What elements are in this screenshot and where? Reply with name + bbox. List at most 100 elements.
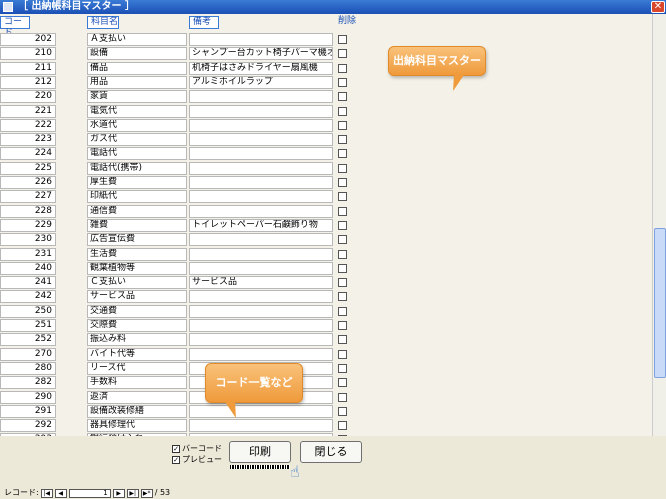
name-cell[interactable]: ガス代	[87, 133, 187, 147]
note-cell[interactable]	[189, 104, 333, 118]
note-cell[interactable]	[189, 233, 333, 247]
note-cell[interactable]	[189, 161, 333, 175]
delete-checkbox[interactable]	[338, 263, 347, 273]
barcode-option[interactable]: ✓ バーコード	[172, 444, 222, 454]
code-cell[interactable]: 290	[0, 390, 56, 404]
close-button[interactable]: 閉じる	[300, 441, 362, 463]
scrollbar-thumb[interactable]	[654, 228, 666, 378]
code-cell[interactable]: 282	[0, 376, 56, 390]
prev-record-button[interactable]: ◀	[54, 488, 67, 498]
code-cell[interactable]: 222	[0, 118, 56, 132]
next-record-button[interactable]: ▶	[112, 488, 125, 498]
new-record-button[interactable]: ▶*	[140, 488, 153, 498]
code-cell[interactable]: 210	[0, 47, 56, 61]
delete-checkbox[interactable]	[338, 321, 347, 330]
note-cell[interactable]: トイレットペーパー石鹸飾り物	[189, 218, 333, 232]
note-cell[interactable]	[189, 419, 333, 433]
name-cell[interactable]: リース代	[87, 361, 187, 375]
name-cell[interactable]: 交通費	[87, 304, 187, 318]
note-cell[interactable]	[189, 304, 333, 318]
name-cell[interactable]: 電気代	[87, 104, 187, 118]
name-cell[interactable]: 手数料	[87, 376, 187, 390]
code-cell[interactable]: 223	[0, 133, 56, 147]
delete-checkbox[interactable]	[338, 163, 347, 173]
delete-checkbox[interactable]	[338, 49, 347, 59]
delete-checkbox[interactable]	[338, 178, 347, 187]
delete-checkbox[interactable]	[338, 335, 347, 345]
name-cell[interactable]: 印紙代	[87, 190, 187, 204]
note-cell[interactable]	[189, 190, 333, 204]
code-cell[interactable]: 229	[0, 218, 56, 232]
delete-checkbox[interactable]	[338, 106, 347, 116]
print-button[interactable]: 印刷	[229, 441, 291, 463]
code-cell[interactable]: 251	[0, 319, 56, 332]
preview-checkbox[interactable]: ✓	[172, 455, 180, 464]
note-cell[interactable]	[189, 347, 333, 361]
note-cell[interactable]	[189, 147, 333, 161]
delete-checkbox[interactable]	[338, 220, 347, 230]
code-cell[interactable]: 211	[0, 61, 56, 75]
last-record-button[interactable]: ▶|	[126, 488, 139, 498]
delete-checkbox[interactable]	[338, 378, 347, 388]
note-cell[interactable]: アルミホイルラップ	[189, 75, 333, 89]
code-cell[interactable]: 240	[0, 261, 56, 275]
delete-checkbox[interactable]	[338, 278, 347, 288]
code-cell[interactable]: 250	[0, 304, 56, 318]
delete-checkbox[interactable]	[338, 92, 347, 102]
code-cell[interactable]: 227	[0, 190, 56, 204]
name-cell[interactable]: 通信費	[87, 204, 187, 218]
code-cell[interactable]: 212	[0, 75, 56, 89]
note-cell[interactable]	[189, 33, 333, 46]
code-cell[interactable]: 280	[0, 361, 56, 375]
code-cell[interactable]: 231	[0, 247, 56, 261]
name-cell[interactable]: 観葉植物等	[87, 261, 187, 275]
name-cell[interactable]: 設備	[87, 47, 187, 61]
name-cell[interactable]: サービス品	[87, 290, 187, 304]
delete-checkbox[interactable]	[338, 349, 347, 359]
name-cell[interactable]: 備品	[87, 61, 187, 75]
code-cell[interactable]: 292	[0, 419, 56, 433]
name-cell[interactable]: 雑費	[87, 218, 187, 232]
name-cell[interactable]: Ｃ支払い	[87, 276, 187, 290]
code-cell[interactable]: 270	[0, 347, 56, 361]
record-number-input[interactable]: 1	[68, 488, 111, 498]
close-window-button[interactable]: ✕	[651, 1, 665, 13]
note-cell[interactable]	[189, 176, 333, 189]
name-cell[interactable]: 器具修理代	[87, 419, 187, 433]
code-cell[interactable]: 230	[0, 233, 56, 247]
name-cell[interactable]: 電話代(携帯)	[87, 161, 187, 175]
name-cell[interactable]: 用品	[87, 75, 187, 89]
delete-checkbox[interactable]	[338, 192, 347, 202]
code-cell[interactable]: 291	[0, 404, 56, 418]
first-record-button[interactable]: |◀	[40, 488, 53, 498]
preview-option[interactable]: ✓ プレビュー	[172, 455, 222, 465]
code-cell[interactable]: 202	[0, 33, 56, 46]
note-cell[interactable]	[189, 133, 333, 147]
delete-checkbox[interactable]	[338, 306, 347, 316]
note-cell[interactable]: シャンプー台カット椅子パーマ機オ	[189, 47, 333, 61]
delete-checkbox[interactable]	[338, 120, 347, 130]
delete-checkbox[interactable]	[338, 292, 347, 302]
delete-checkbox[interactable]	[338, 149, 347, 159]
name-cell[interactable]: 家賃	[87, 90, 187, 104]
name-cell[interactable]: 設備改装修繕	[87, 404, 187, 418]
code-cell[interactable]: 220	[0, 90, 56, 104]
name-cell[interactable]: 振込み料	[87, 333, 187, 347]
note-cell[interactable]	[189, 333, 333, 347]
delete-checkbox[interactable]	[338, 235, 347, 245]
barcode-checkbox[interactable]: ✓	[172, 444, 180, 453]
delete-checkbox[interactable]	[338, 206, 347, 216]
name-cell[interactable]: 広告宣伝費	[87, 233, 187, 247]
code-cell[interactable]: 226	[0, 176, 56, 189]
code-cell[interactable]: 228	[0, 204, 56, 218]
note-cell[interactable]	[189, 261, 333, 275]
code-cell[interactable]: 225	[0, 161, 56, 175]
delete-checkbox[interactable]	[338, 35, 347, 44]
name-cell[interactable]: 交際費	[87, 319, 187, 332]
note-cell[interactable]: サービス品	[189, 276, 333, 290]
note-cell[interactable]	[189, 90, 333, 104]
note-cell[interactable]	[189, 247, 333, 261]
code-cell[interactable]: 224	[0, 147, 56, 161]
code-cell[interactable]: 221	[0, 104, 56, 118]
delete-checkbox[interactable]	[338, 406, 347, 416]
